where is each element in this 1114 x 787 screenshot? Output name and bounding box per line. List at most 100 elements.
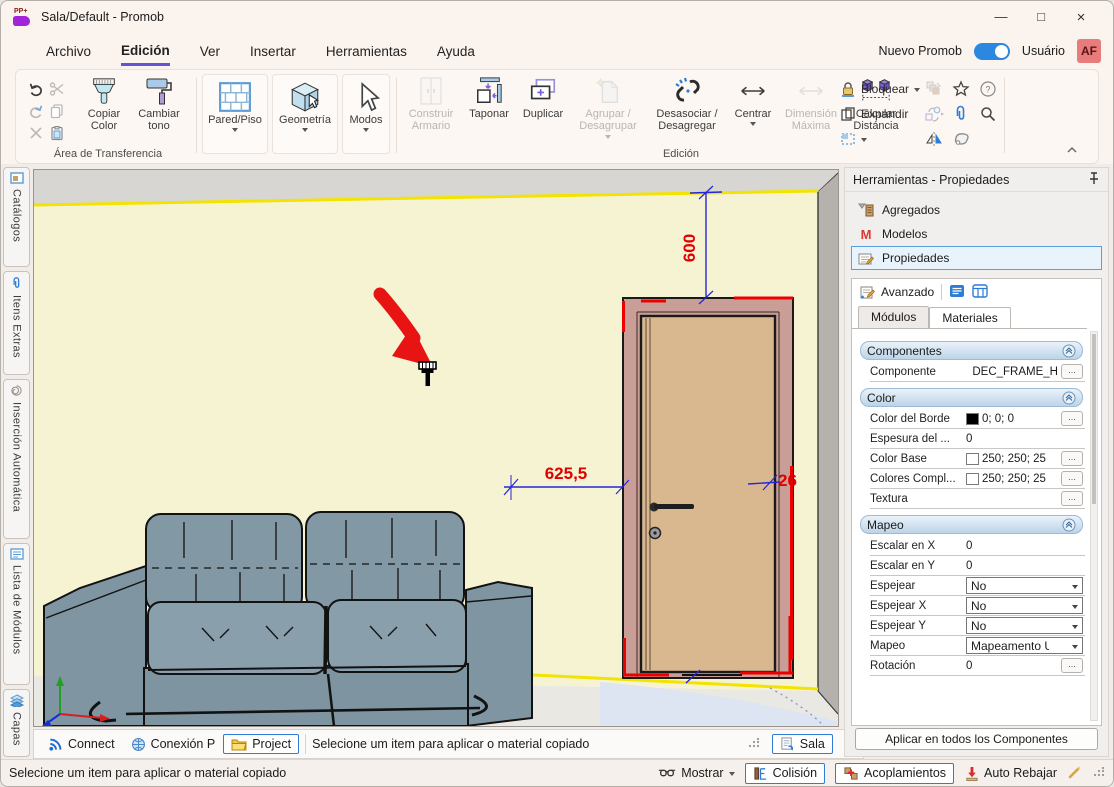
pin-icon[interactable] (1088, 172, 1100, 188)
table-view-button[interactable] (972, 284, 988, 301)
undo-button[interactable] (26, 78, 46, 99)
list-view-button[interactable] (949, 284, 965, 301)
taponar-button[interactable]: Taponar (464, 74, 514, 120)
espejear-y-dropdown[interactable]: No (966, 617, 1083, 634)
pared-piso-button[interactable]: Pared/Piso (202, 74, 268, 154)
rotacion-value[interactable]: 0 (966, 660, 1061, 672)
browse-button[interactable]: ... (1061, 471, 1083, 486)
geometria-button[interactable]: Geometría (272, 74, 338, 154)
menu-ayuda[interactable]: Ayuda (437, 38, 475, 64)
tab-modulos[interactable]: Módulos (858, 306, 929, 328)
attach-button[interactable] (947, 101, 974, 126)
copy-button[interactable] (47, 100, 67, 121)
chevron-down-icon (861, 138, 867, 142)
sidebar-item-itens-extras[interactable]: Itens Extras (3, 271, 30, 375)
minimize-button[interactable]: — (981, 9, 1021, 26)
tab-materiales[interactable]: Materiales (929, 307, 1010, 329)
sidebar-item-insercion-automatica[interactable]: Inserción Automática (3, 379, 30, 539)
cut-button[interactable] (47, 78, 67, 99)
browse-button[interactable]: ... (1061, 364, 1083, 379)
escalar-x-value[interactable]: 0 (966, 540, 1083, 552)
browse-button[interactable]: ... (1061, 491, 1083, 506)
panel-nav-modelos[interactable]: M Modelos (851, 222, 1102, 246)
expandir-button[interactable]: Expandir (840, 101, 920, 126)
panel-nav-propiedades[interactable]: Propiedades (851, 246, 1102, 270)
escalar-y-value[interactable]: 0 (966, 560, 1083, 572)
sala-view-tab[interactable]: Sala (772, 734, 833, 754)
paste-button[interactable] (47, 122, 67, 143)
property-row: Colores Compl... 250; 250; 25 ... (870, 469, 1085, 489)
zoom-search-button[interactable] (974, 101, 1001, 126)
user-avatar[interactable]: AF (1077, 39, 1101, 63)
conexion-p-tab[interactable]: Conexión P (131, 737, 216, 752)
copiar-color-button[interactable]: Copiar Color (78, 74, 130, 133)
acoplamientos-toggle[interactable]: Acoplamientos (835, 763, 954, 784)
taponar-icon (474, 74, 504, 108)
browse-button[interactable]: ... (1061, 411, 1083, 426)
colision-toggle[interactable]: Colisión (745, 763, 825, 784)
panel-scrollbar[interactable] (1090, 331, 1098, 721)
avanzado-button[interactable]: Avanzado (860, 285, 934, 300)
menu-edicion[interactable]: Edición (121, 37, 170, 66)
panel-nav-agregados[interactable]: Agregados (851, 198, 1102, 222)
selection-options-button[interactable] (840, 126, 920, 151)
connect-tab[interactable]: Connect (48, 737, 115, 752)
delete-button[interactable] (26, 122, 46, 143)
duplicar-button[interactable]: Duplicar (518, 74, 568, 120)
color-borde-value[interactable]: 0; 0; 0 (966, 413, 1061, 425)
section-mapeo[interactable]: Mapeo (860, 515, 1083, 534)
modos-button[interactable]: Modos (342, 74, 390, 154)
espejear-x-dropdown[interactable]: No (966, 597, 1083, 614)
cambiar-tono-button[interactable]: Cambiar tono (132, 74, 186, 133)
espejear-dropdown[interactable]: No (966, 577, 1083, 594)
menu-herramientas[interactable]: Herramientas (326, 38, 407, 64)
auto-rebajar-button[interactable]: Auto Rebajar (964, 766, 1057, 781)
desasociar-button[interactable]: Desasociar / Desagregar (648, 74, 726, 133)
menu-archivo[interactable]: Archivo (46, 38, 91, 64)
redo-button[interactable] (26, 100, 46, 121)
bloquear-button[interactable]: Bloquear (840, 76, 920, 101)
apply-all-components-button[interactable]: Aplicar en todos los Componentes (855, 728, 1098, 750)
help-button[interactable]: ? (974, 76, 1001, 101)
nuevo-promob-toggle[interactable] (974, 43, 1010, 60)
resize-grip[interactable] (748, 737, 760, 751)
favorite-button[interactable] (947, 76, 974, 101)
swirl-icon (10, 384, 23, 397)
title-bar: PP+ Sala/Default - Promob — □ × (1, 1, 1113, 33)
app-window: PP+ Sala/Default - Promob — □ × Archivo … (0, 0, 1114, 787)
colores-compl-value[interactable]: 250; 250; 25 (966, 473, 1061, 485)
usuario-label[interactable]: Usuário (1022, 44, 1065, 58)
wand-icon[interactable] (1067, 764, 1083, 783)
menu-ver[interactable]: Ver (200, 38, 220, 64)
collision-icon (753, 766, 768, 781)
globe-icon (131, 737, 146, 752)
espesura-value[interactable]: 0 (966, 433, 1083, 445)
main-area: Catálogos Itens Extras Inserción Automát… (1, 164, 1113, 759)
centrar-button[interactable]: Centrar (730, 74, 776, 126)
browse-button[interactable]: ... (1061, 451, 1083, 466)
mostrar-button[interactable]: Mostrar (658, 766, 734, 780)
browse-button[interactable]: ... (1061, 658, 1083, 673)
resize-grip[interactable] (1093, 766, 1105, 780)
color-base-value[interactable]: 250; 250; 25 (966, 453, 1061, 465)
scrollbar-thumb[interactable] (1092, 334, 1096, 504)
sidebar-item-lista-de-modulos[interactable]: Lista de Módulos (3, 543, 30, 685)
section-componentes[interactable]: Componentes (860, 341, 1083, 360)
sidebar-item-capas[interactable]: Capas (3, 689, 30, 757)
property-row: Textura ... (870, 489, 1085, 509)
door[interactable] (623, 298, 793, 678)
close-button[interactable]: × (1061, 9, 1101, 26)
mirror-button[interactable] (920, 126, 947, 151)
project-tab[interactable]: Project (223, 734, 299, 754)
auto-rebajar-icon (964, 766, 979, 781)
collapse-ribbon-button[interactable] (1066, 141, 1078, 159)
mapeo-dropdown[interactable]: Mapeamento UV (966, 637, 1083, 654)
side-wall[interactable] (818, 174, 838, 714)
sidebar-item-catalogos[interactable]: Catálogos (3, 167, 30, 267)
componente-value[interactable]: DEC_FRAME_H (966, 366, 1058, 378)
scene-viewport[interactable]: 600 625,5 26 (33, 169, 839, 727)
section-color[interactable]: Color (860, 388, 1083, 407)
menu-insertar[interactable]: Insertar (250, 38, 296, 64)
maximize-button[interactable]: □ (1021, 9, 1061, 26)
lasso-button[interactable] (947, 126, 974, 151)
